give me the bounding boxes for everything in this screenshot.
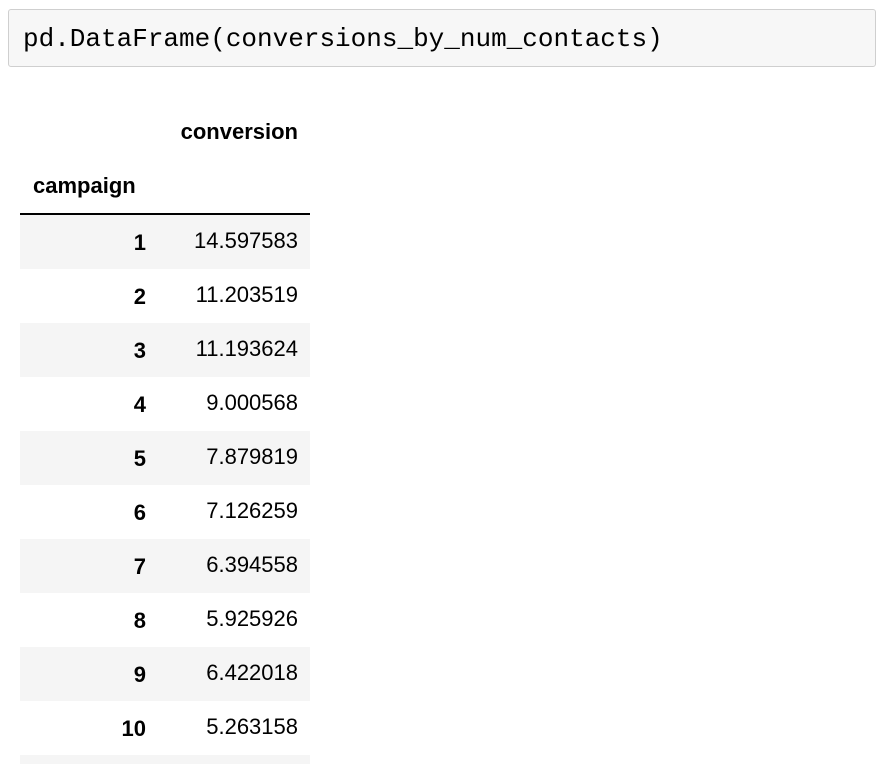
table-body: 1 14.597583 2 11.203519 3 11.193624 4 9.…	[20, 215, 310, 764]
row-index: 8	[133, 608, 146, 633]
table-row: 6 7.126259	[20, 485, 310, 539]
row-index: 10	[121, 716, 146, 741]
row-value: 11.203519	[195, 282, 298, 307]
table-row: 5 7.879819	[20, 431, 310, 485]
column-header-row: conversion	[20, 105, 310, 159]
table-row: 9 6.422018	[20, 647, 310, 701]
code-source[interactable]: pd.DataFrame(conversions_by_num_contacts…	[23, 24, 663, 54]
table-row: 7 6.394558	[20, 539, 310, 593]
row-value: 14.597583	[194, 228, 298, 253]
row-value: 9.000568	[206, 390, 298, 415]
row-index: 5	[133, 446, 146, 471]
row-value: 6.394558	[206, 552, 298, 577]
row-index: 6	[133, 500, 146, 525]
code-cell-input[interactable]: pd.DataFrame(conversions_by_num_contacts…	[8, 9, 876, 67]
table-row: 4 9.000568	[20, 377, 310, 431]
row-value: 11.193624	[195, 336, 298, 361]
row-index: 4	[133, 392, 146, 417]
table-row: 10 5.263158	[20, 701, 310, 755]
table-row-cut-off	[20, 755, 310, 764]
row-index: 7	[133, 554, 146, 579]
row-value: 7.126259	[206, 498, 298, 523]
table-row: 1 14.597583	[20, 215, 310, 269]
row-value: 5.263158	[206, 714, 298, 739]
dataframe-output: conversion campaign 1 14.597583 2 11.203…	[20, 105, 310, 764]
row-index: 1	[133, 230, 146, 255]
row-index: 9	[133, 662, 146, 687]
row-index: 2	[133, 284, 146, 309]
table-row: 2 11.203519	[20, 269, 310, 323]
table-row: 8 5.925926	[20, 593, 310, 647]
row-value: 7.879819	[206, 444, 298, 469]
row-value: 5.925926	[206, 606, 298, 631]
table-row: 3 11.193624	[20, 323, 310, 377]
column-header-conversion: conversion	[180, 119, 298, 144]
row-value: 6.422018	[206, 660, 298, 685]
index-name-campaign: campaign	[33, 173, 136, 198]
row-index: 3	[133, 338, 146, 363]
index-name-row: campaign	[20, 159, 310, 213]
